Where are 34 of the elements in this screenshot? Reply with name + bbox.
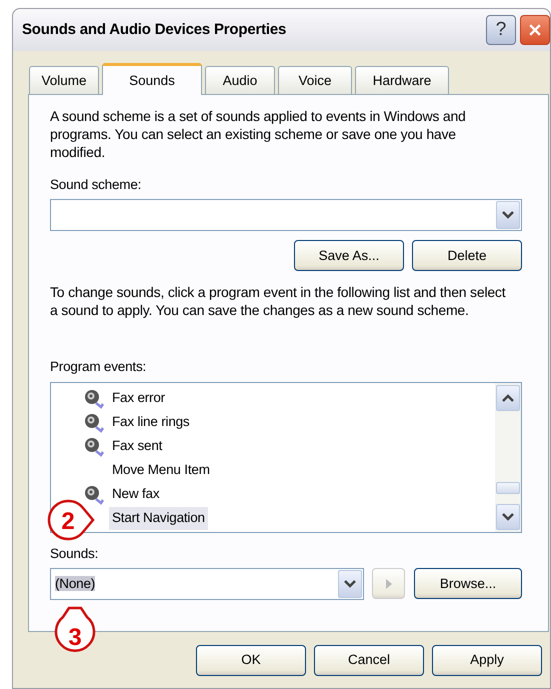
- description-text: A sound scheme is a set of sounds applied to events in Windows and programs. You can select an existing scheme or save one you have modified.: [50, 107, 467, 161]
- field-label: Sounds:: [50, 544, 98, 562]
- sound-scheme-dropdown[interactable]: [50, 199, 522, 232]
- event-item[interactable]: New fax: [109, 483, 162, 506]
- save-as-button[interactable]: Save As...: [294, 240, 404, 272]
- apply-button[interactable]: Apply: [432, 645, 542, 676]
- close-button[interactable]: [520, 15, 550, 45]
- scroll-up-icon[interactable]: [496, 384, 520, 410]
- help-button[interactable]: ?: [486, 15, 516, 45]
- scroll-thumb[interactable]: [496, 482, 520, 494]
- sounds-dropdown[interactable]: (None): [50, 568, 364, 600]
- description-text: To change sounds, click a program event in the following list and then select a sound to apply. You can save the changes as a new sound scheme.: [50, 283, 506, 320]
- play-button[interactable]: [372, 568, 405, 600]
- tab[interactable]: Audio: [205, 66, 275, 94]
- event-item[interactable]: Fax error: [109, 387, 168, 410]
- event-item[interactable]: Start Navigation: [109, 507, 208, 530]
- tab[interactable]: Hardware: [355, 66, 449, 94]
- tab[interactable]: Volume: [29, 66, 99, 94]
- field-label: Program events:: [50, 358, 148, 376]
- event-item[interactable]: Fax sent: [109, 435, 166, 458]
- cancel-button[interactable]: Cancel: [314, 645, 424, 676]
- ok-button[interactable]: OK: [196, 645, 306, 676]
- delete-button[interactable]: Delete: [412, 240, 522, 272]
- window-title: Sounds and Audio Devices Properties: [22, 20, 288, 40]
- scrollbar[interactable]: [495, 382, 521, 532]
- play-icon: [384, 578, 392, 590]
- tab[interactable]: Voice: [278, 66, 352, 94]
- browse-button[interactable]: Browse...: [414, 568, 522, 600]
- tab[interactable]: Sounds: [102, 63, 202, 95]
- field-value: (None): [55, 576, 96, 591]
- event-item[interactable]: Move Menu Item: [109, 459, 213, 482]
- scroll-down-icon[interactable]: [496, 504, 520, 530]
- field-label: Sound scheme:: [50, 176, 142, 194]
- event-item[interactable]: Fax line rings: [109, 411, 192, 434]
